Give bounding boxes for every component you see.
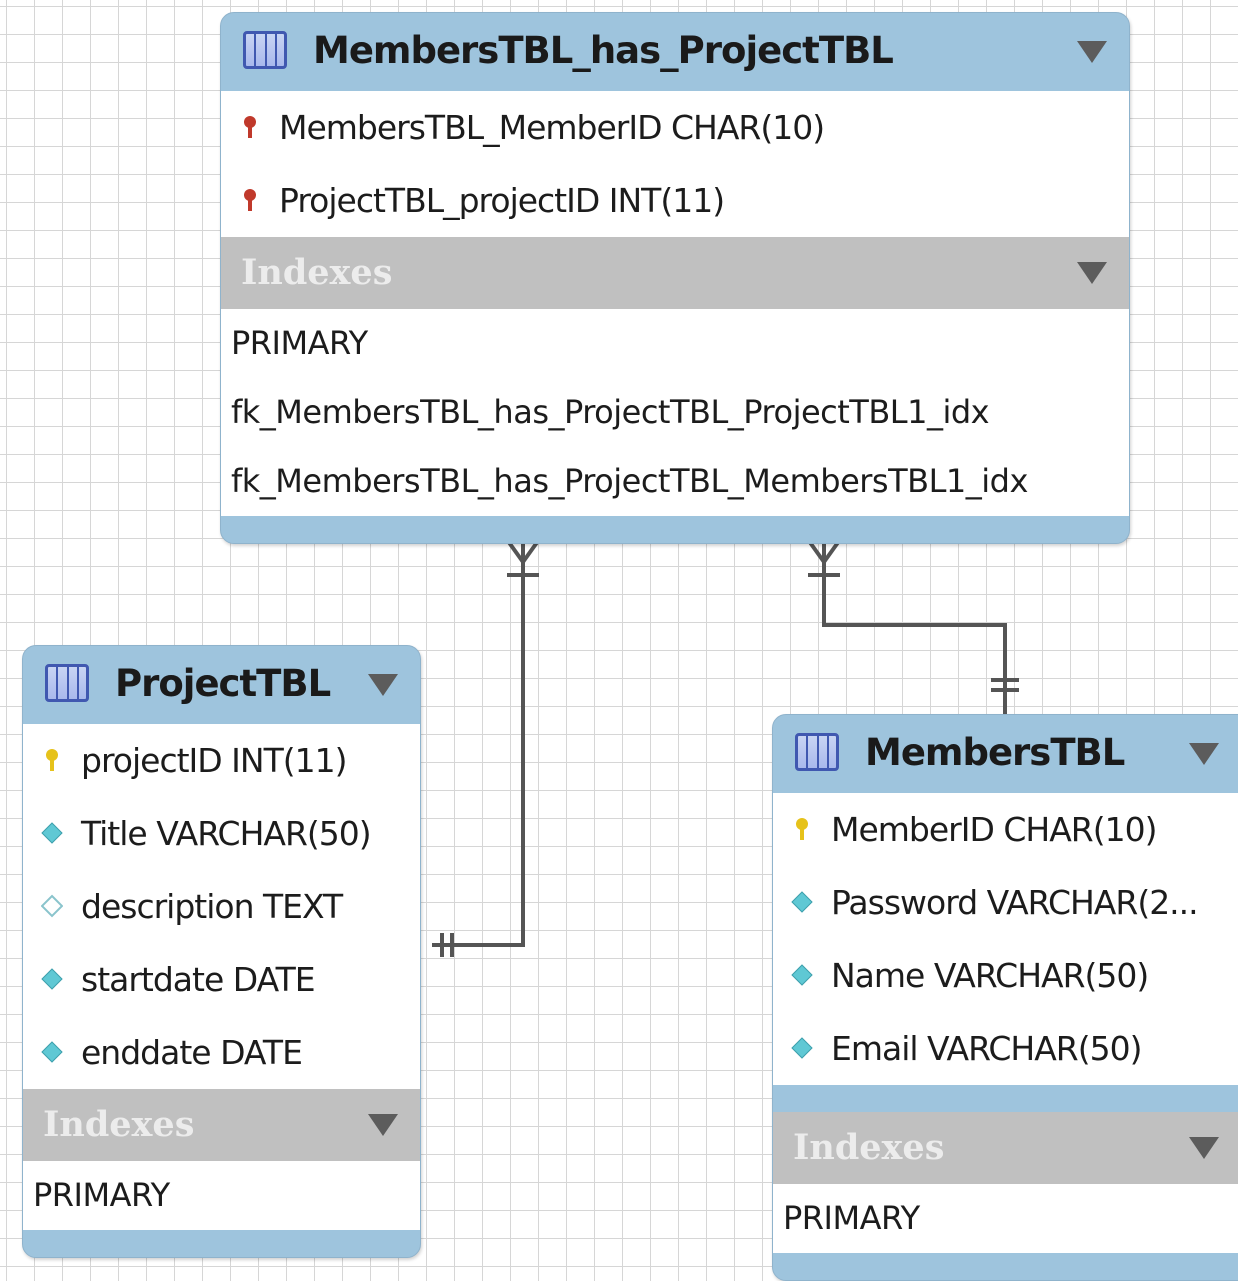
table-footer bbox=[221, 516, 1129, 543]
collapse-arrow-icon[interactable] bbox=[1077, 41, 1107, 63]
column-label: Name VARCHAR(50) bbox=[831, 956, 1149, 995]
column-row[interactable]: Title VARCHAR(50) bbox=[23, 797, 420, 870]
collapse-arrow-icon[interactable] bbox=[1189, 743, 1219, 765]
not-null-column-icon bbox=[41, 967, 63, 991]
indexes-header[interactable]: Indexes bbox=[773, 1112, 1238, 1184]
indexes-header[interactable]: Indexes bbox=[221, 237, 1129, 309]
table-title: ProjectTBL bbox=[115, 662, 331, 705]
index-row[interactable]: PRIMARY bbox=[23, 1161, 420, 1230]
primary-key-icon bbox=[791, 817, 813, 841]
column-row[interactable]: MemberID CHAR(10) bbox=[773, 793, 1238, 866]
column-label: description TEXT bbox=[81, 887, 343, 926]
table-members-has-project[interactable]: MembersTBL_has_ProjectTBL MembersTBL_Mem… bbox=[220, 12, 1130, 544]
nullable-column-icon bbox=[40, 894, 64, 918]
indexes-header[interactable]: Indexes bbox=[23, 1089, 420, 1161]
table-header[interactable]: MembersTBL_has_ProjectTBL bbox=[221, 13, 1129, 91]
not-null-column-icon bbox=[41, 1040, 63, 1064]
table-footer bbox=[773, 1253, 1238, 1280]
not-null-column-icon bbox=[791, 1036, 813, 1060]
index-list: PRIMARY bbox=[773, 1184, 1238, 1253]
column-label: MembersTBL_MemberID CHAR(10) bbox=[279, 108, 825, 147]
indexes-label: Indexes bbox=[793, 1127, 945, 1168]
column-row[interactable]: Email VARCHAR(50) bbox=[773, 1012, 1238, 1085]
column-label: MemberID CHAR(10) bbox=[831, 810, 1157, 849]
index-row[interactable]: PRIMARY bbox=[773, 1184, 1238, 1253]
index-row[interactable]: fk_MembersTBL_has_ProjectTBL_ProjectTBL1… bbox=[221, 378, 1129, 447]
column-row[interactable]: ProjectTBL_projectID INT(11) bbox=[221, 164, 1129, 237]
column-list: projectID INT(11) Title VARCHAR(50) desc… bbox=[23, 724, 420, 1089]
table-header[interactable]: MembersTBL bbox=[773, 715, 1238, 793]
table-icon bbox=[795, 733, 839, 771]
index-row[interactable]: PRIMARY bbox=[221, 309, 1129, 378]
column-label: Password VARCHAR(2... bbox=[831, 883, 1199, 922]
indexes-label: Indexes bbox=[241, 252, 393, 293]
table-header[interactable]: ProjectTBL bbox=[23, 646, 420, 724]
column-row[interactable]: projectID INT(11) bbox=[23, 724, 420, 797]
not-null-column-icon bbox=[791, 890, 813, 914]
column-label: Email VARCHAR(50) bbox=[831, 1029, 1142, 1068]
primary-key-icon bbox=[41, 748, 63, 772]
table-icon bbox=[243, 31, 287, 69]
table-project[interactable]: ProjectTBL projectID INT(11) Title VARCH… bbox=[22, 645, 421, 1258]
index-list: PRIMARY fk_MembersTBL_has_ProjectTBL_Pro… bbox=[221, 309, 1129, 516]
column-label: ProjectTBL_projectID INT(11) bbox=[279, 181, 725, 220]
foreign-key-icon bbox=[239, 188, 261, 212]
column-label: enddate DATE bbox=[81, 1033, 303, 1072]
table-title: MembersTBL_has_ProjectTBL bbox=[313, 29, 894, 72]
collapse-arrow-icon[interactable] bbox=[368, 674, 398, 696]
index-row[interactable]: fk_MembersTBL_has_ProjectTBL_MembersTBL1… bbox=[221, 447, 1129, 516]
table-icon bbox=[45, 664, 89, 702]
column-list: MemberID CHAR(10) Password VARCHAR(2... … bbox=[773, 793, 1238, 1085]
foreign-key-icon bbox=[239, 115, 261, 139]
column-row[interactable]: enddate DATE bbox=[23, 1016, 420, 1089]
not-null-column-icon bbox=[41, 821, 63, 845]
column-label: Title VARCHAR(50) bbox=[81, 814, 372, 853]
table-title: MembersTBL bbox=[865, 731, 1125, 774]
relationship-members-to-link bbox=[807, 539, 1019, 715]
relationship-project-to-link bbox=[432, 539, 540, 957]
indexes-label: Indexes bbox=[43, 1104, 195, 1145]
column-row[interactable]: Name VARCHAR(50) bbox=[773, 939, 1238, 1012]
table-footer bbox=[23, 1230, 420, 1257]
column-row[interactable]: description TEXT bbox=[23, 870, 420, 943]
collapse-arrow-icon[interactable] bbox=[368, 1114, 398, 1136]
column-row[interactable]: Password VARCHAR(2... bbox=[773, 866, 1238, 939]
column-label: startdate DATE bbox=[81, 960, 316, 999]
column-list: MembersTBL_MemberID CHAR(10) ProjectTBL_… bbox=[221, 91, 1129, 237]
table-members[interactable]: MembersTBL MemberID CHAR(10) Password VA… bbox=[772, 714, 1238, 1281]
collapse-arrow-icon[interactable] bbox=[1189, 1137, 1219, 1159]
not-null-column-icon bbox=[791, 963, 813, 987]
index-list: PRIMARY bbox=[23, 1161, 420, 1230]
column-row[interactable]: startdate DATE bbox=[23, 943, 420, 1016]
column-row[interactable]: MembersTBL_MemberID CHAR(10) bbox=[221, 91, 1129, 164]
collapse-arrow-icon[interactable] bbox=[1077, 262, 1107, 284]
column-label: projectID INT(11) bbox=[81, 741, 347, 780]
